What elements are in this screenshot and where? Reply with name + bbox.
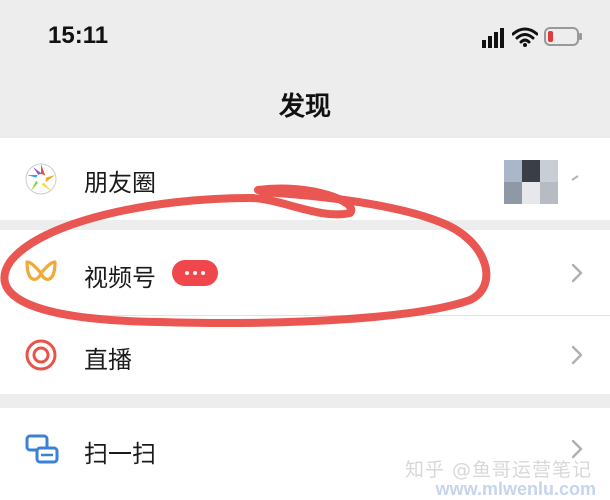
status-icons [476, 24, 586, 50]
status-time: 15:11 [48, 22, 109, 49]
menu-item-moments[interactable]: 朋友圈 [0, 138, 610, 220]
live-icon [25, 339, 57, 371]
menu-item-label: 视频号 [84, 264, 156, 292]
menu-item-channels[interactable]: 视频号 [0, 230, 610, 316]
nav-bar: 发现 [0, 72, 610, 138]
moments-avatar-thumbnail [504, 160, 558, 204]
watermark-url: www.mlwenlu.com [435, 479, 596, 499]
battery-low-icon [544, 27, 582, 46]
menu-item-live[interactable]: 直播 [0, 316, 610, 394]
menu-item-label: 扫一扫 [84, 440, 156, 468]
menu-item-label: 直播 [84, 346, 132, 374]
chevron-right-icon [571, 175, 579, 181]
status-bar: 15:11 [0, 0, 610, 72]
channels-icon [25, 260, 57, 281]
watermark-text: 知乎 @鱼哥运营笔记 [404, 459, 592, 481]
chevron-right-icon [571, 263, 583, 283]
signal-icon [482, 28, 504, 48]
scan-icon [25, 434, 59, 464]
notification-badge [172, 260, 218, 286]
menu-item-label: 朋友圈 [84, 169, 156, 197]
page-title: 发现 [278, 92, 331, 122]
moments-icon [25, 163, 57, 195]
chevron-right-icon [571, 345, 583, 365]
wifi-icon [512, 27, 538, 47]
